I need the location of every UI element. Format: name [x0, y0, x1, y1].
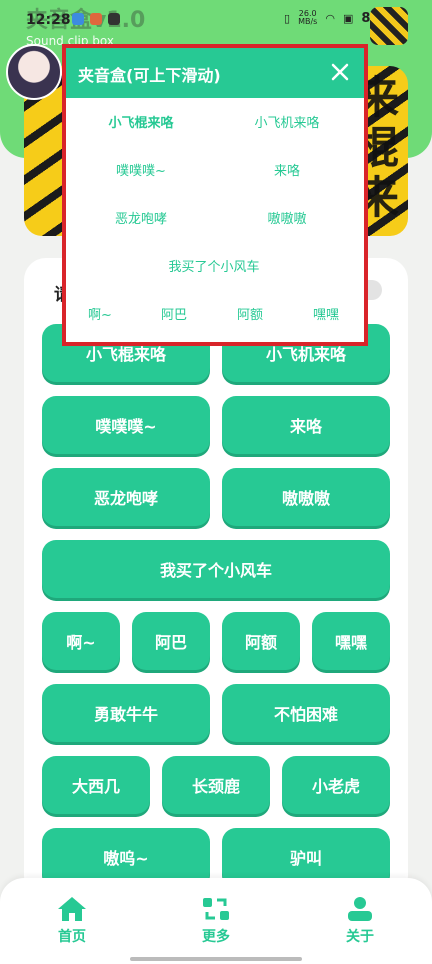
avatar[interactable] — [370, 7, 408, 45]
net-speed-unit: MB/s — [298, 17, 318, 26]
sound-button[interactable]: 小老虎 — [282, 756, 390, 814]
nav-more-label: 更多 — [202, 929, 230, 945]
user-icon — [348, 897, 372, 921]
notification-icons — [72, 13, 120, 25]
sim-icon: ▣ — [342, 11, 354, 25]
bottom-nav: 首页 更多 关于 — [0, 878, 432, 964]
nav-home-label: 首页 — [58, 929, 86, 945]
sound-button[interactable]: 嘿嘿 — [312, 612, 390, 670]
app-notification-icon — [90, 13, 102, 25]
sound-button[interactable]: 啊~ — [42, 612, 120, 670]
close-icon[interactable] — [326, 58, 354, 86]
sound-button[interactable]: 长颈鹿 — [162, 756, 270, 814]
mascot-avatar — [6, 44, 62, 100]
sound-button[interactable]: 阿巴 — [132, 612, 210, 670]
home-indicator[interactable] — [130, 957, 302, 961]
sound-button[interactable]: 不怕困难 — [222, 684, 390, 742]
refresh-icon — [203, 898, 229, 920]
sound-button[interactable]: 阿额 — [222, 612, 300, 670]
popup-item[interactable]: 来咯 — [222, 160, 352, 179]
sound-button[interactable]: 来咯 — [222, 396, 390, 454]
popup-item[interactable]: 嘿嘿 — [296, 304, 356, 323]
sound-button[interactable]: 大西几 — [42, 756, 150, 814]
popup-item[interactable]: 噗噗噗~ — [76, 160, 206, 179]
nav-more[interactable]: 更多 — [176, 896, 256, 946]
popup-title: 夹音盒(可上下滑动) — [78, 66, 221, 85]
sound-popup: 夹音盒(可上下滑动) 小飞棍来咯 小飞机来咯 噗噗噗~ 来咯 恶龙咆哮 嗷嗷嗷 … — [62, 44, 368, 346]
sound-button[interactable]: 噗噗噗~ — [42, 396, 210, 454]
status-right: ▯ 26.0 MB/s ◠ ▣ 83 — [284, 10, 379, 26]
nav-about-label: 关于 — [346, 929, 374, 945]
status-bar: 12:28 ▯ 26.0 MB/s ◠ ▣ 83 — [0, 0, 432, 45]
popup-item[interactable]: 小飞机来咯 — [222, 112, 352, 131]
popup-item[interactable]: 嗷嗷嗷 — [222, 208, 352, 227]
popup-item[interactable]: 阿巴 — [144, 304, 204, 323]
net-speed: 26.0 MB/s — [298, 10, 317, 26]
popup-item[interactable]: 恶龙咆哮 — [76, 208, 206, 227]
sound-button[interactable]: 嗷嗷嗷 — [222, 468, 390, 526]
sound-button[interactable]: 恶龙咆哮 — [42, 468, 210, 526]
app-notification-icon — [72, 13, 84, 25]
sound-button[interactable]: 我买了个小风车 — [42, 540, 390, 598]
nav-about[interactable]: 关于 — [320, 896, 400, 946]
popup-item[interactable]: 小飞棍来咯 — [76, 112, 206, 131]
vibrate-icon: ▯ — [284, 11, 291, 25]
popup-header: 夹音盒(可上下滑动) — [66, 48, 364, 98]
app-notification-icon — [108, 13, 120, 25]
nav-home[interactable]: 首页 — [32, 896, 112, 946]
popup-item[interactable]: 阿额 — [220, 304, 280, 323]
wifi-icon: ◠ — [325, 11, 335, 25]
popup-item[interactable]: 啊~ — [70, 304, 130, 323]
status-time: 12:28 — [26, 12, 71, 28]
sound-button[interactable]: 勇敢牛牛 — [42, 684, 210, 742]
popup-item[interactable]: 我买了个小风车 — [76, 256, 352, 275]
home-icon — [58, 897, 86, 921]
